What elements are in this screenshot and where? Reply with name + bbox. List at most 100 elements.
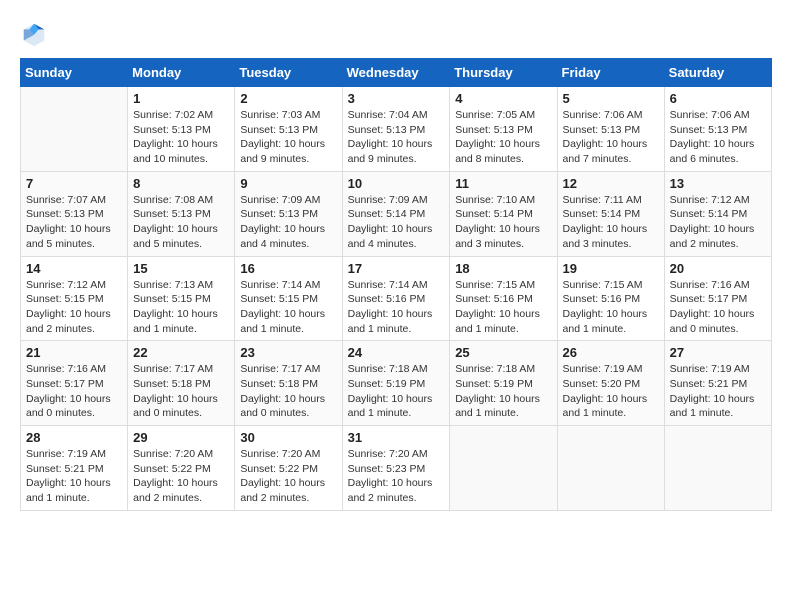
calendar-cell: 26Sunrise: 7:19 AM Sunset: 5:20 PM Dayli…	[557, 341, 664, 426]
calendar-cell: 10Sunrise: 7:09 AM Sunset: 5:14 PM Dayli…	[342, 171, 450, 256]
day-header-monday: Monday	[128, 59, 235, 87]
calendar-week-3: 14 Sunrise: 7:12 AM Sunset: 5:15 PM Dayli…	[21, 256, 772, 341]
calendar-cell	[450, 426, 557, 511]
calendar-cell	[21, 87, 128, 172]
calendar-cell	[557, 426, 664, 511]
calendar-cell: 12 Sunrise: 7:11 AM Sunset: 5:14 PM Dayli…	[557, 171, 664, 256]
calendar-cell: 1 Sunrise: 7:02 AM Sunset: 5:13 PM Daylig…	[128, 87, 235, 172]
calendar-cell: 31 Sunrise: 7:20 AM Sunset: 5:23 PM Dayli…	[342, 426, 450, 511]
day-number: 19	[563, 261, 659, 276]
day-number: 25	[455, 345, 551, 360]
day-number: 28	[26, 430, 122, 445]
calendar-week-5: 28 Sunrise: 7:19 AM Sunset: 5:21 PM Dayli…	[21, 426, 772, 511]
day-info: Sunrise: 7:12 AM Sunset: 5:15 PM Dayligh…	[26, 278, 122, 337]
day-number: 13	[670, 176, 766, 191]
day-info: Sunrise: 7:07 AM Sunset: 5:13 PM Dayligh…	[26, 193, 122, 252]
day-number: 22	[133, 345, 229, 360]
calendar-cell: 8 Sunrise: 7:08 AM Sunset: 5:13 PM Daylig…	[128, 171, 235, 256]
calendar-cell: 23Sunrise: 7:17 AM Sunset: 5:18 PM Dayli…	[235, 341, 342, 426]
day-number: 31	[348, 430, 445, 445]
calendar-cell: 5 Sunrise: 7:06 AM Sunset: 5:13 PM Daylig…	[557, 87, 664, 172]
day-number: 7	[26, 176, 122, 191]
day-info: Sunrise: 7:06 AM Sunset: 5:13 PM Dayligh…	[563, 108, 659, 167]
day-info: Sunrise: 7:15 AM Sunset: 5:16 PM Dayligh…	[455, 278, 551, 337]
calendar-cell: 11 Sunrise: 7:10 AM Sunset: 5:14 PM Dayli…	[450, 171, 557, 256]
calendar-cell: 25 Sunrise: 7:18 AM Sunset: 5:19 PM Dayli…	[450, 341, 557, 426]
day-info: Sunrise: 7:20 AM Sunset: 5:23 PM Dayligh…	[348, 447, 445, 506]
calendar-cell: 28 Sunrise: 7:19 AM Sunset: 5:21 PM Dayli…	[21, 426, 128, 511]
calendar-cell: 16Sunrise: 7:14 AM Sunset: 5:15 PM Dayli…	[235, 256, 342, 341]
day-info: Sunrise: 7:03 AM Sunset: 5:13 PM Dayligh…	[240, 108, 336, 167]
calendar-header-row: SundayMondayTuesdayWednesdayThursdayFrid…	[21, 59, 772, 87]
calendar-cell: 22 Sunrise: 7:17 AM Sunset: 5:18 PM Dayli…	[128, 341, 235, 426]
calendar-cell: 21Sunrise: 7:16 AM Sunset: 5:17 PM Dayli…	[21, 341, 128, 426]
day-number: 9	[240, 176, 336, 191]
day-info: Sunrise: 7:12 AM Sunset: 5:14 PM Dayligh…	[670, 193, 766, 252]
calendar-cell: 2 Sunrise: 7:03 AM Sunset: 5:13 PM Daylig…	[235, 87, 342, 172]
calendar-cell: 20 Sunrise: 7:16 AM Sunset: 5:17 PM Dayli…	[664, 256, 771, 341]
day-info: Sunrise: 7:13 AM Sunset: 5:15 PM Dayligh…	[133, 278, 229, 337]
calendar-cell: 13 Sunrise: 7:12 AM Sunset: 5:14 PM Dayli…	[664, 171, 771, 256]
calendar-cell: 18Sunrise: 7:15 AM Sunset: 5:16 PM Dayli…	[450, 256, 557, 341]
day-info: Sunrise: 7:14 AM Sunset: 5:16 PM Dayligh…	[348, 278, 445, 337]
calendar-cell: 19 Sunrise: 7:15 AM Sunset: 5:16 PM Dayli…	[557, 256, 664, 341]
day-number: 16	[240, 261, 336, 276]
calendar-cell: 3 Sunrise: 7:04 AM Sunset: 5:13 PM Daylig…	[342, 87, 450, 172]
day-info: Sunrise: 7:16 AM Sunset: 5:17 PM Dayligh…	[670, 278, 766, 337]
calendar-cell: 27Sunrise: 7:19 AM Sunset: 5:21 PM Dayli…	[664, 341, 771, 426]
calendar-cell: 24 Sunrise: 7:18 AM Sunset: 5:19 PM Dayli…	[342, 341, 450, 426]
day-info: Sunrise: 7:19 AM Sunset: 5:21 PM Dayligh…	[26, 447, 122, 506]
day-number: 8	[133, 176, 229, 191]
day-number: 1	[133, 91, 229, 106]
calendar-week-1: 1 Sunrise: 7:02 AM Sunset: 5:13 PM Daylig…	[21, 87, 772, 172]
calendar-cell: 9 Sunrise: 7:09 AM Sunset: 5:13 PM Daylig…	[235, 171, 342, 256]
calendar-cell: 14 Sunrise: 7:12 AM Sunset: 5:15 PM Dayli…	[21, 256, 128, 341]
logo	[20, 20, 52, 48]
day-number: 5	[563, 91, 659, 106]
day-info: Sunrise: 7:11 AM Sunset: 5:14 PM Dayligh…	[563, 193, 659, 252]
day-number: 15	[133, 261, 229, 276]
day-info: Sunrise: 7:15 AM Sunset: 5:16 PM Dayligh…	[563, 278, 659, 337]
day-number: 12	[563, 176, 659, 191]
day-info: Sunrise: 7:16 AM Sunset: 5:17 PM Dayligh…	[26, 362, 122, 421]
day-info: Sunrise: 7:18 AM Sunset: 5:19 PM Dayligh…	[348, 362, 445, 421]
day-info: Sunrise: 7:20 AM Sunset: 5:22 PM Dayligh…	[133, 447, 229, 506]
day-number: 4	[455, 91, 551, 106]
day-number: 30	[240, 430, 336, 445]
day-number: 14	[26, 261, 122, 276]
day-number: 11	[455, 176, 551, 191]
day-number: 23	[240, 345, 336, 360]
day-info: Sunrise: 7:17 AM Sunset: 5:18 PM Dayligh…	[133, 362, 229, 421]
day-info: Sunrise: 7:02 AM Sunset: 5:13 PM Dayligh…	[133, 108, 229, 167]
calendar-cell: 29Sunrise: 7:20 AM Sunset: 5:22 PM Dayli…	[128, 426, 235, 511]
page-header	[20, 20, 772, 48]
day-header-saturday: Saturday	[664, 59, 771, 87]
calendar-week-2: 7 Sunrise: 7:07 AM Sunset: 5:13 PM Daylig…	[21, 171, 772, 256]
day-info: Sunrise: 7:18 AM Sunset: 5:19 PM Dayligh…	[455, 362, 551, 421]
day-header-thursday: Thursday	[450, 59, 557, 87]
day-header-wednesday: Wednesday	[342, 59, 450, 87]
calendar-week-4: 21Sunrise: 7:16 AM Sunset: 5:17 PM Dayli…	[21, 341, 772, 426]
day-info: Sunrise: 7:20 AM Sunset: 5:22 PM Dayligh…	[240, 447, 336, 506]
day-info: Sunrise: 7:10 AM Sunset: 5:14 PM Dayligh…	[455, 193, 551, 252]
day-header-sunday: Sunday	[21, 59, 128, 87]
day-number: 2	[240, 91, 336, 106]
calendar-cell: 4 Sunrise: 7:05 AM Sunset: 5:13 PM Daylig…	[450, 87, 557, 172]
day-info: Sunrise: 7:09 AM Sunset: 5:13 PM Dayligh…	[240, 193, 336, 252]
day-number: 17	[348, 261, 445, 276]
day-info: Sunrise: 7:08 AM Sunset: 5:13 PM Dayligh…	[133, 193, 229, 252]
day-header-friday: Friday	[557, 59, 664, 87]
calendar-cell: 6Sunrise: 7:06 AM Sunset: 5:13 PM Daylig…	[664, 87, 771, 172]
calendar-cell	[664, 426, 771, 511]
logo-icon	[20, 20, 48, 48]
day-info: Sunrise: 7:06 AM Sunset: 5:13 PM Dayligh…	[670, 108, 766, 167]
day-number: 24	[348, 345, 445, 360]
calendar-cell: 30 Sunrise: 7:20 AM Sunset: 5:22 PM Dayli…	[235, 426, 342, 511]
day-info: Sunrise: 7:05 AM Sunset: 5:13 PM Dayligh…	[455, 108, 551, 167]
day-number: 20	[670, 261, 766, 276]
day-number: 3	[348, 91, 445, 106]
day-info: Sunrise: 7:04 AM Sunset: 5:13 PM Dayligh…	[348, 108, 445, 167]
calendar-cell: 17 Sunrise: 7:14 AM Sunset: 5:16 PM Dayli…	[342, 256, 450, 341]
calendar-table: SundayMondayTuesdayWednesdayThursdayFrid…	[20, 58, 772, 511]
day-number: 26	[563, 345, 659, 360]
